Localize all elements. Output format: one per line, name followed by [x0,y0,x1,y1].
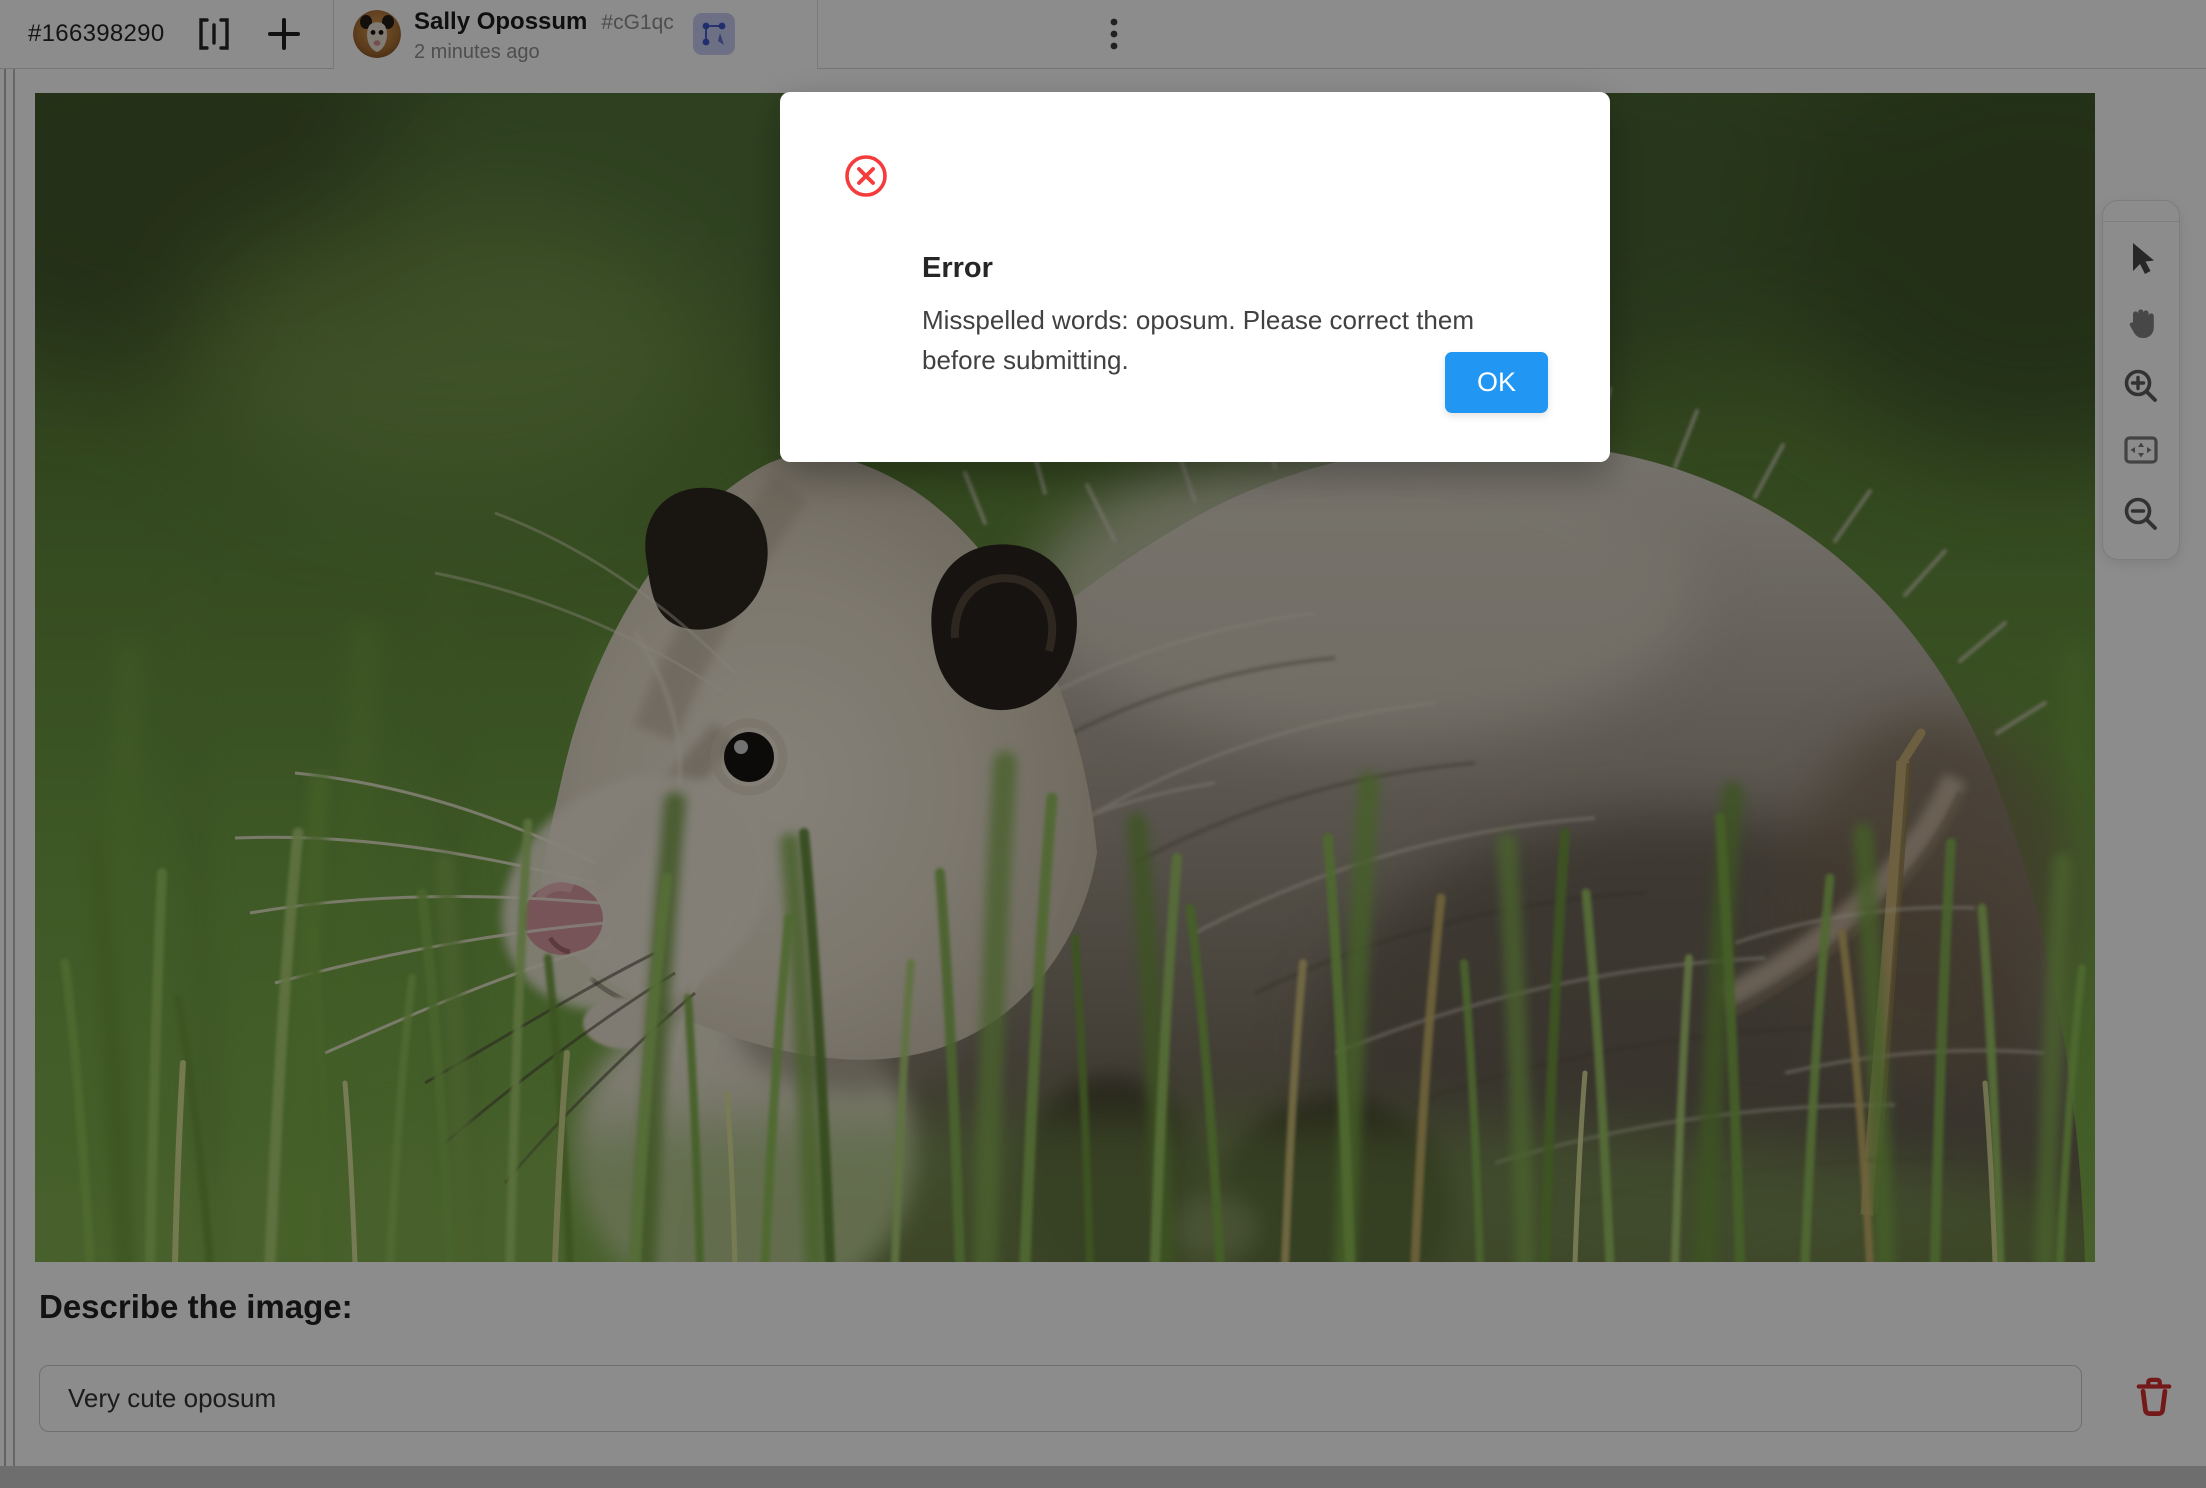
annotation-app: #166398290 [0,0,2206,1488]
error-circle-x-glyph [844,154,888,198]
error-circle-x-icon [844,154,888,198]
dialog-title: Error [922,252,993,285]
ok-button[interactable]: OK [1445,352,1548,413]
error-dialog: Error Misspelled words: oposum. Please c… [780,92,1610,462]
